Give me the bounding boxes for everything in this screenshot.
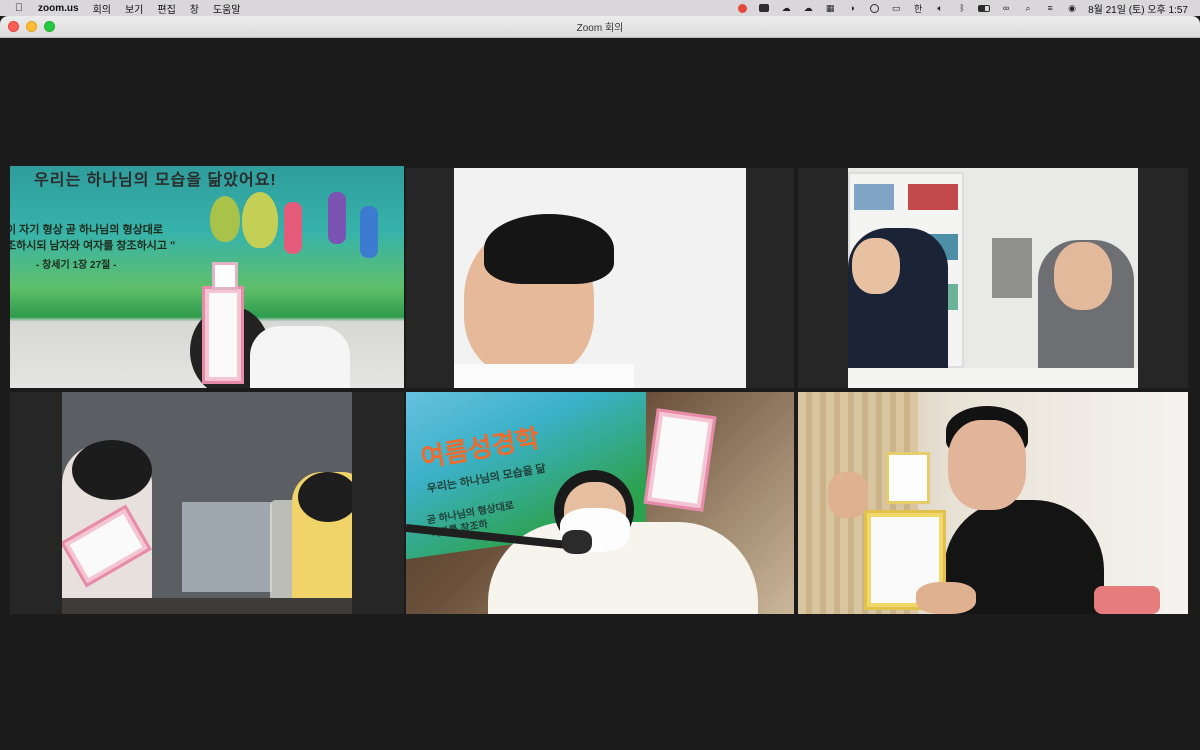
macos-menubar:  zoom.us 회의 보기 편집 창 도움말 ☁ ☁ ▦ ◑ ▭ 한 🔈︎ … — [0, 0, 1200, 16]
video-tile-2[interactable] — [406, 168, 794, 388]
menu-app-name[interactable]: zoom.us — [38, 3, 79, 14]
video-tile-5[interactable]: 여름성경학 우리는 하나님의 모습을 닮 곧 하나님의 형상대로 여자를 창조하 — [406, 392, 794, 614]
gallery-view: 우리는 하나님의 모습을 닮았어요! 이 자기 형상 곧 하나님의 형상대로 조… — [0, 38, 1200, 750]
paper-doll-card — [643, 408, 717, 512]
menu-edit[interactable]: 편집 — [157, 1, 175, 16]
menu-view[interactable]: 보기 — [125, 1, 143, 16]
cloud-icon[interactable]: ☁ — [780, 3, 792, 13]
window-icon[interactable]: ▭ — [890, 3, 902, 13]
participant-face — [852, 238, 900, 294]
window-light — [182, 502, 272, 592]
paper-doll-card — [886, 452, 930, 504]
search-icon[interactable]: ⌕ — [1022, 3, 1034, 13]
zoom-icon[interactable] — [758, 3, 770, 13]
video-feed: 우리는 하나님의 모습을 닮았어요! 이 자기 형상 곧 하나님의 형상대로 조… — [10, 166, 404, 388]
video-feed: 여름성경학 우리는 하나님의 모습을 닮 곧 하나님의 형상대로 여자를 창조하 — [406, 392, 794, 614]
video-feed — [798, 392, 1188, 614]
half-circle-icon[interactable]: ◑ — [846, 3, 858, 13]
menubar-clock[interactable]: 8월 21일 (토) 오후 1:57 — [1088, 1, 1188, 16]
zoom-window: Zoom 회의 우리는 하나님의 모습을 닮았어요! 이 자기 형상 곧 하나님… — [0, 16, 1200, 750]
video-tile-4[interactable] — [10, 392, 404, 614]
banner-verse: 이 자기 형상 곧 하나님의 형상대로 조하시되 남자와 여자를 창조하시고 " — [10, 222, 175, 254]
apple-menu-icon[interactable]:  — [14, 2, 24, 14]
volume-icon[interactable]: 🔈︎ — [934, 3, 946, 13]
control-center-icon[interactable]: ≡ — [1044, 3, 1056, 13]
cloud-icon[interactable]: ☁ — [802, 3, 814, 13]
participant-face — [1054, 242, 1112, 310]
window-titlebar[interactable]: Zoom 회의 — [0, 16, 1200, 38]
participant-hair — [298, 472, 352, 522]
video-tile-6[interactable] — [798, 392, 1188, 614]
verse-line: 이 자기 형상 곧 하나님의 형상대로 — [10, 224, 163, 236]
video-feed — [848, 168, 1138, 388]
menu-window[interactable]: 창 — [190, 1, 199, 16]
menu-help[interactable]: 도움말 — [213, 1, 241, 16]
maximize-window-button[interactable] — [44, 21, 55, 32]
battery-icon[interactable] — [978, 3, 991, 13]
minimize-window-button[interactable] — [26, 21, 37, 32]
video-tile-1[interactable]: 우리는 하나님의 모습을 닮았어요! 이 자기 형상 곧 하나님의 형상대로 조… — [10, 166, 404, 388]
verse-line: 조하시되 남자와 여자를 창조하시고 " — [10, 240, 176, 252]
video-feed — [62, 392, 352, 614]
participant-shirt — [250, 326, 350, 388]
cartoon-kid — [284, 202, 302, 254]
window-controls — [8, 21, 55, 32]
paper-doll-card — [202, 286, 244, 384]
play-icon[interactable] — [868, 3, 880, 13]
cartoon-kid — [360, 206, 378, 258]
paper-doll-card — [212, 262, 238, 290]
participant-face — [948, 420, 1026, 510]
wall-frames — [992, 238, 1032, 298]
participant-hair — [72, 440, 152, 500]
microphone-head — [562, 530, 592, 554]
banner-header: 우리는 하나님의 모습을 닮았어요! — [34, 172, 277, 189]
control-grid-icon[interactable]: ▦ — [824, 3, 836, 13]
participant-hand — [916, 582, 976, 614]
siri-icon[interactable]: ◉ — [1066, 3, 1078, 13]
bluetooth-icon[interactable]: ᛒ — [956, 3, 968, 13]
cartoon-kid — [328, 192, 346, 244]
menu-meeting[interactable]: 회의 — [93, 1, 111, 16]
screen-record-icon[interactable] — [736, 3, 748, 13]
keyboard-icon[interactable]: 한 — [912, 3, 924, 14]
book — [854, 184, 894, 210]
video-feed — [454, 168, 746, 388]
table — [62, 598, 352, 614]
participant-hand — [828, 472, 868, 518]
desk — [848, 368, 1138, 388]
link-icon[interactable]: ∞ — [1000, 3, 1012, 13]
participant-shirt — [454, 364, 634, 388]
window-title: Zoom 회의 — [576, 23, 624, 34]
video-tile-3[interactable] — [798, 168, 1188, 388]
book — [908, 184, 958, 210]
tree — [242, 192, 278, 248]
close-window-button[interactable] — [8, 21, 19, 32]
verse-reference: - 창세기 1장 27절 - — [36, 260, 117, 271]
participant-hair — [484, 214, 614, 284]
tree — [210, 196, 240, 242]
cushion — [1094, 586, 1160, 614]
